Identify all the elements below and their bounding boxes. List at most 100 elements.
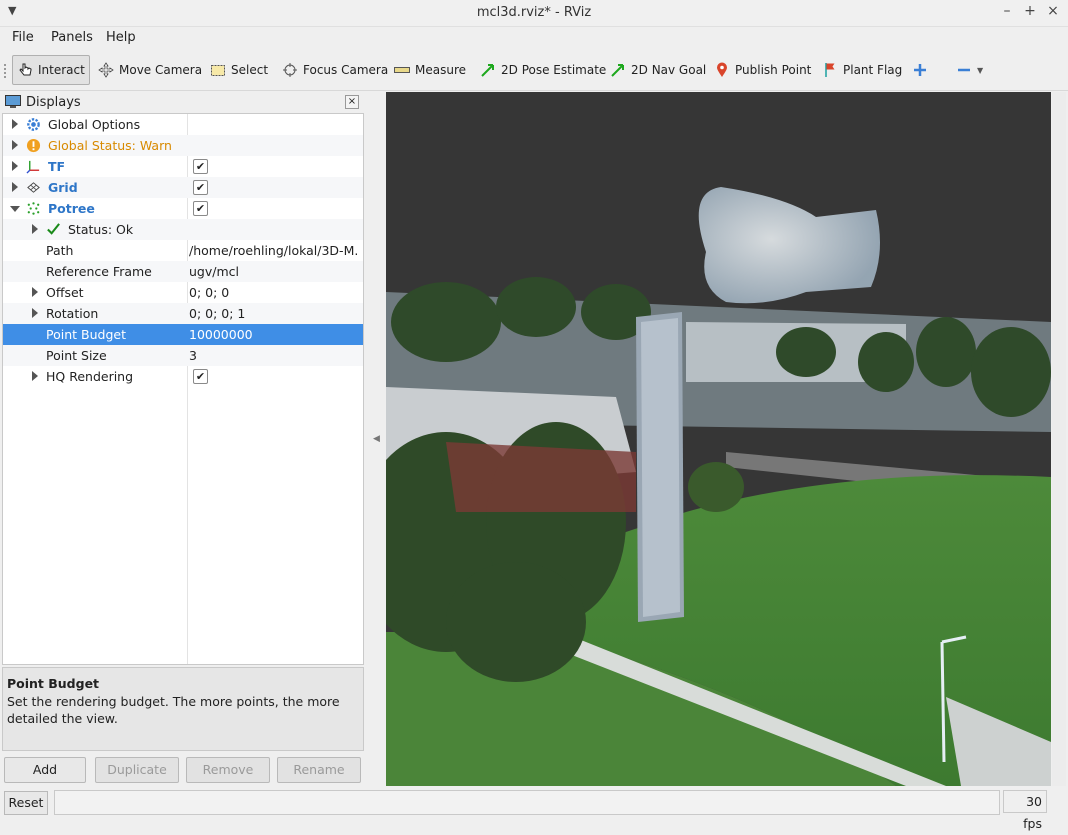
viewport-scrollbar[interactable] bbox=[1052, 92, 1066, 786]
tree-row-value[interactable]: /home/roehling/lokal/3D-M... bbox=[189, 243, 359, 258]
map-pin-icon bbox=[714, 62, 730, 78]
checkmark-icon bbox=[46, 222, 61, 237]
tree-row-label: Grid bbox=[48, 180, 78, 195]
minus-icon bbox=[956, 62, 972, 78]
add-tool-button[interactable] bbox=[912, 55, 933, 85]
monitor-icon bbox=[5, 95, 21, 112]
tree-row-path[interactable]: Path /home/roehling/lokal/3D-M... bbox=[3, 240, 363, 261]
tree-row-label: TF bbox=[48, 159, 66, 174]
3d-render-viewport[interactable] bbox=[386, 92, 1051, 786]
tool-focus-camera[interactable]: Focus Camera bbox=[282, 55, 388, 85]
tool-label: Select bbox=[231, 63, 269, 77]
expand-arrow-icon[interactable] bbox=[12, 119, 18, 129]
tool-2d-pose-estimate[interactable]: 2D Pose Estimate bbox=[480, 55, 606, 85]
tool-interact[interactable]: Interact bbox=[12, 55, 90, 85]
ruler-icon bbox=[394, 62, 410, 78]
description-title: Point Budget bbox=[7, 676, 100, 691]
tree-row-label: Point Size bbox=[46, 348, 107, 363]
plus-icon bbox=[912, 62, 928, 78]
tree-row-value[interactable]: 10000000 bbox=[189, 327, 359, 342]
tool-2d-nav-goal[interactable]: 2D Nav Goal bbox=[610, 55, 706, 85]
point-cloud-icon bbox=[26, 201, 41, 216]
tool-label: 2D Nav Goal bbox=[631, 63, 707, 77]
tree-row-value[interactable]: ugv/mcl bbox=[189, 264, 359, 279]
close-icon[interactable]: × bbox=[1044, 3, 1062, 19]
tree-row-global-status[interactable]: Global Status: Warn bbox=[3, 135, 363, 156]
focus-camera-icon bbox=[282, 62, 298, 78]
description-text: Set the rendering budget. The more point… bbox=[7, 694, 340, 726]
tool-measure[interactable]: Measure bbox=[394, 55, 466, 85]
expand-arrow-icon[interactable] bbox=[32, 287, 38, 297]
tree-row-label: Point Budget bbox=[46, 327, 126, 342]
expand-arrow-icon[interactable] bbox=[32, 224, 38, 234]
status-message bbox=[54, 790, 1000, 815]
displays-tree: Global Options Global Status: Warn TF ✔ … bbox=[2, 113, 364, 665]
gear-icon bbox=[26, 117, 41, 132]
enabled-checkbox[interactable]: ✔ bbox=[193, 369, 208, 384]
tree-row-grid[interactable]: Grid ✔ bbox=[3, 177, 363, 198]
enabled-checkbox[interactable]: ✔ bbox=[193, 159, 208, 174]
remove-tool-button[interactable]: ▼ bbox=[956, 55, 983, 85]
menu-bar: File Panels Help bbox=[0, 27, 1068, 51]
enabled-checkbox[interactable]: ✔ bbox=[193, 201, 208, 216]
tree-row-reference-frame[interactable]: Reference Frame ugv/mcl bbox=[3, 261, 363, 282]
window-title: mcl3d.rviz* - RViz bbox=[476, 5, 592, 20]
tool-label: Measure bbox=[415, 63, 466, 77]
duplicate-button[interactable]: Duplicate bbox=[95, 757, 179, 783]
rename-button[interactable]: Rename bbox=[277, 757, 361, 783]
tree-row-value[interactable]: 0; 0; 0 bbox=[189, 285, 359, 300]
menu-file[interactable]: File bbox=[12, 30, 34, 45]
tree-row-potree[interactable]: Potree ✔ bbox=[3, 198, 363, 219]
tree-row-label: Offset bbox=[46, 285, 84, 300]
collapse-arrow-icon[interactable] bbox=[10, 206, 20, 212]
tree-row-offset[interactable]: Offset 0; 0; 0 bbox=[3, 282, 363, 303]
tool-label: Interact bbox=[38, 63, 85, 77]
tree-row-label: Rotation bbox=[46, 306, 99, 321]
tree-row-rotation[interactable]: Rotation 0; 0; 0; 1 bbox=[3, 303, 363, 324]
enabled-checkbox[interactable]: ✔ bbox=[193, 180, 208, 195]
menu-help[interactable]: Help bbox=[106, 30, 136, 45]
warning-icon bbox=[26, 138, 41, 153]
chevron-down-icon: ▼ bbox=[977, 65, 984, 75]
maximize-icon[interactable]: + bbox=[1021, 3, 1039, 19]
tool-move-camera[interactable]: Move Camera bbox=[98, 55, 202, 85]
add-button[interactable]: Add bbox=[4, 757, 86, 783]
hand-cursor-icon bbox=[17, 62, 33, 78]
tool-label: Move Camera bbox=[119, 63, 203, 77]
tree-row-tf[interactable]: TF ✔ bbox=[3, 156, 363, 177]
remove-button[interactable]: Remove bbox=[186, 757, 270, 783]
minimize-icon[interactable]: – bbox=[998, 3, 1016, 19]
menu-panels[interactable]: Panels bbox=[51, 30, 93, 45]
tree-row-label: HQ Rendering bbox=[46, 369, 134, 384]
select-box-icon bbox=[210, 62, 226, 78]
fps-counter: 30 fps bbox=[1003, 790, 1047, 831]
tool-label: Plant Flag bbox=[843, 63, 903, 77]
splitter-left-arrow-icon[interactable]: ◀ bbox=[373, 434, 380, 444]
tree-row-point-size[interactable]: Point Size 3 bbox=[3, 345, 363, 366]
status-bar: Reset 30 fps bbox=[0, 788, 1068, 831]
tree-row-label: Global Status: Warn bbox=[48, 138, 172, 153]
tf-axes-icon bbox=[26, 159, 41, 174]
panel-title: Displays bbox=[26, 95, 81, 110]
expand-arrow-icon[interactable] bbox=[32, 308, 38, 318]
grid-icon bbox=[26, 180, 41, 195]
toolbar-grip[interactable] bbox=[4, 64, 9, 78]
reset-button[interactable]: Reset bbox=[4, 791, 48, 815]
tree-row-value[interactable]: 0; 0; 0; 1 bbox=[189, 306, 359, 321]
expand-arrow-icon[interactable] bbox=[12, 161, 18, 171]
tree-row-hq-rendering[interactable]: HQ Rendering ✔ bbox=[3, 366, 363, 387]
tool-select[interactable]: Select bbox=[210, 55, 268, 85]
tree-row-point-budget[interactable]: Point Budget 10000000 bbox=[3, 324, 363, 345]
tool-plant-flag[interactable]: Plant Flag bbox=[822, 55, 902, 85]
tree-row-label: Status: Ok bbox=[68, 222, 134, 237]
tree-row-global-options[interactable]: Global Options bbox=[3, 114, 363, 135]
expand-arrow-icon[interactable] bbox=[12, 140, 18, 150]
expand-arrow-icon[interactable] bbox=[32, 371, 38, 381]
tree-row-value[interactable]: 3 bbox=[189, 348, 359, 363]
tree-row-status-ok[interactable]: Status: Ok bbox=[3, 219, 363, 240]
tool-publish-point[interactable]: Publish Point bbox=[714, 55, 811, 85]
tree-row-label: Reference Frame bbox=[46, 264, 152, 279]
panel-close-icon[interactable]: × bbox=[345, 95, 359, 109]
green-arrow-icon bbox=[610, 62, 626, 78]
expand-arrow-icon[interactable] bbox=[12, 182, 18, 192]
